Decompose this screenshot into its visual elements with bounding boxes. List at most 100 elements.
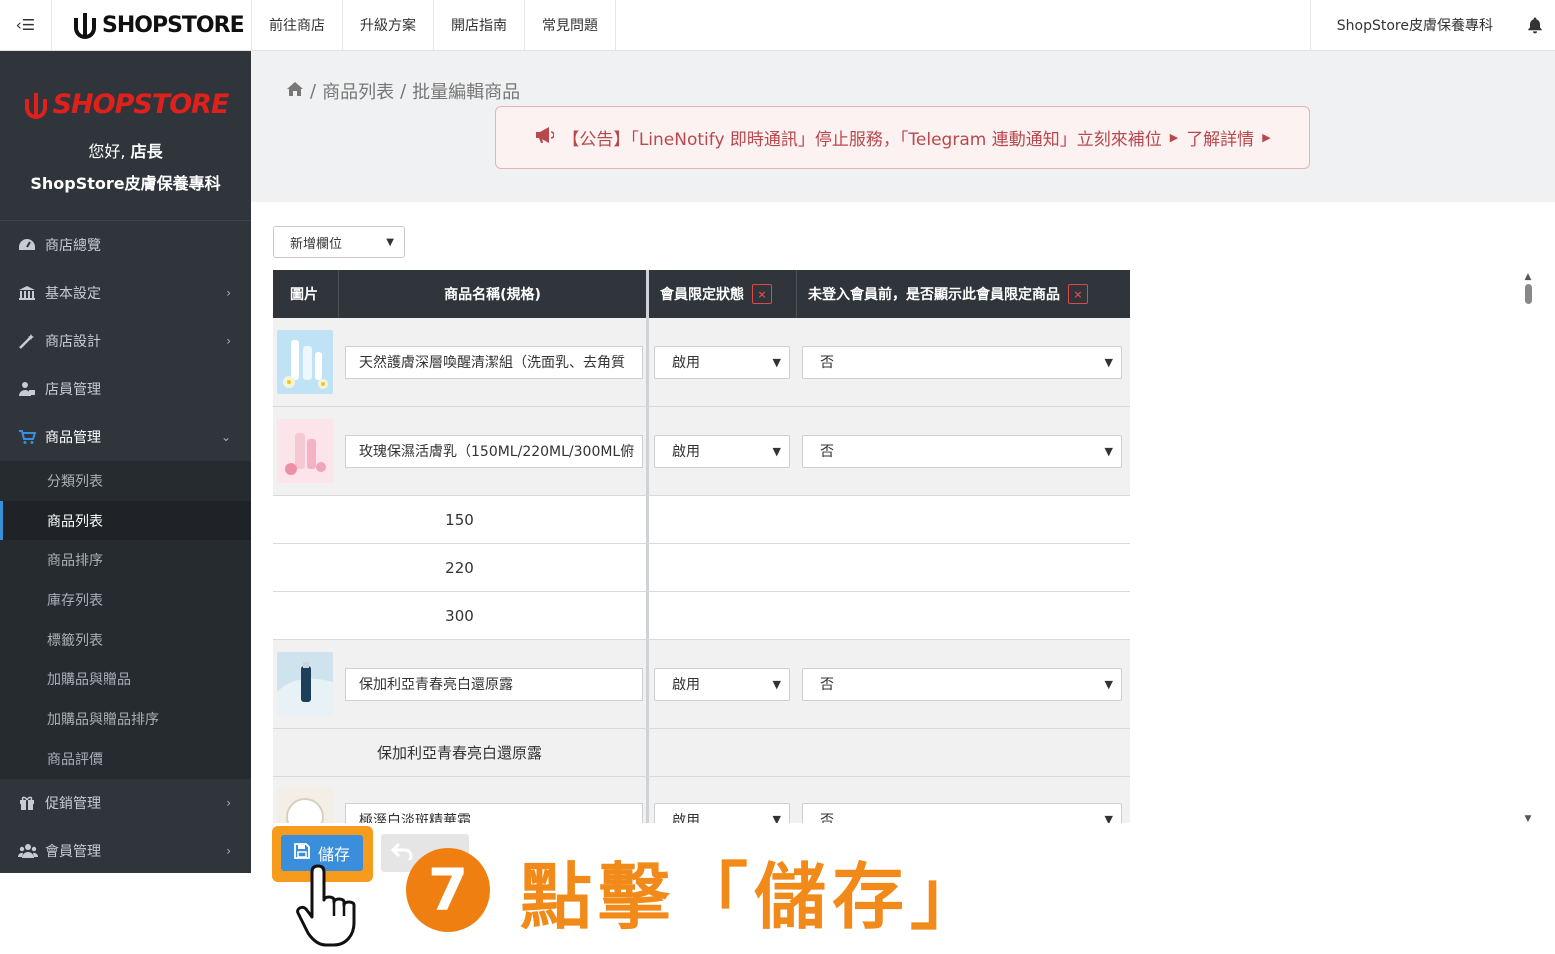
sidebar-item-label: 會員管理 [45,843,101,860]
submenu-item-category-list[interactable]: 分類列表 [0,461,251,501]
submenu-item-product-list[interactable]: 商品列表 [0,500,251,541]
product-image [277,787,333,823]
dashboard-icon [18,237,38,253]
breadcrumb-product-list[interactable]: 商品列表 [322,78,394,104]
sidebar-item-product-management[interactable]: 商品管理 ⌄ [0,413,251,461]
bank-icon [18,285,38,301]
scrollbar-thumb[interactable] [1524,284,1532,304]
announcement-link[interactable]: 了解詳情 [1186,125,1254,150]
table-row-variant: 保加利亞青春亮白還原露 [273,729,1130,777]
content-header: / 商品列表 / 批量編輯商品 【公告】「LineNotify 即時通訊」停止服… [251,51,1555,202]
variant-label: 保加利亞青春亮白還原露 [376,744,542,762]
sidebar-store-name: ShopStore皮膚保養專科 [30,174,221,193]
variant-label: 300 [445,606,474,625]
sidebar-item-promotion-management[interactable]: 促銷管理 › [0,779,251,827]
add-column-select[interactable]: 新增欄位 ▼ [273,226,405,258]
breadcrumb-separator: / [310,80,317,102]
undo-icon [390,841,413,866]
product-name-cell: 玫瑰保濕活膚乳（150ML/220ML/300ML俯 [339,407,649,495]
scroll-down-icon[interactable]: ▼ [1523,814,1533,823]
chevron-down-icon: ▼ [1104,813,1113,823]
chevron-down-icon: ▼ [1104,355,1113,369]
vertical-scrollbar[interactable]: ▲ ▼ [1523,272,1533,823]
member-status-select[interactable]: 啟用 ▼ [654,803,790,823]
table-row-variant: 220 [273,544,1130,592]
show-before-login-select[interactable]: 否 ▼ [802,434,1122,468]
brand[interactable]: SHOPSTORE [52,0,252,50]
top-bar: ‹☰ SHOPSTORE 前往商店 升級方案 開店指南 常見問題 ShopSto… [0,0,1555,51]
chevron-right-icon: › [226,334,231,348]
submenu-item-product-sort[interactable]: 商品排序 [0,540,251,580]
add-column-select-value: 新增欄位 [290,236,343,252]
remove-column-button[interactable]: × [1068,284,1088,304]
chevron-right-icon: › [226,843,231,858]
home-icon[interactable] [286,81,304,102]
submenu-item-addons-gifts[interactable]: 加購品與贈品 [0,659,251,699]
submenu-item-inventory-list[interactable]: 庫存列表 [0,580,251,620]
menu-toggle-button[interactable]: ‹☰ [0,0,52,50]
chevron-right-icon: › [226,795,231,810]
product-name-input[interactable]: 保加利亞青春亮白還原露 [345,667,643,701]
member-status-select[interactable]: 啟用 ▼ [654,345,790,379]
submenu-item-addons-gifts-sort[interactable]: 加購品與贈品排序 [0,699,251,739]
breadcrumb: / 商品列表 / 批量編輯商品 [286,78,520,104]
top-right: ShopStore皮膚保養專科 [1309,0,1555,51]
variant-label: 150 [445,510,474,529]
breadcrumb-bulk-edit: 批量編輯商品 [412,82,521,103]
users-icon [18,843,38,859]
sidebar-item-label: 促銷管理 [45,795,101,812]
sidebar-item-staff-management[interactable]: 店員管理 [0,365,251,413]
table-row-variant: 150 [273,496,1130,544]
product-name-cell: 天然護膚深層喚醒清潔組（洗面乳、去角質 [339,318,649,406]
sidebar-brand-mark-icon [24,92,47,119]
product-image [277,330,333,394]
caret-right-icon: ▶ [1262,131,1271,144]
member-status-value: 啟用 [672,677,700,693]
sidebar-item-basic-settings[interactable]: 基本設定 › [0,269,251,317]
sidebar-item-store-overview[interactable]: 商店總覽 [0,221,251,269]
bell-icon [1528,17,1542,34]
member-status-select[interactable]: 啟用 ▼ [654,434,790,468]
header-show-before-login-label: 未登入會員前，是否顯示此會員限定商品 [808,287,1060,303]
variant-cell: 保加利亞青春亮白還原露 [273,729,649,776]
store-name-menu[interactable]: ShopStore皮膚保養專科 [1309,0,1515,51]
nav-upgrade-plan[interactable]: 升級方案 [343,0,434,50]
product-name-input[interactable]: 玫瑰保濕活膚乳（150ML/220ML/300ML俯 [345,434,643,468]
chevron-down-icon: ▼ [772,813,781,823]
variant-cell: 220 [273,544,649,591]
show-before-login-select[interactable]: 否 ▼ [802,803,1122,823]
nav-faq[interactable]: 常見問題 [525,0,616,50]
submenu-item-tag-list[interactable]: 標籤列表 [0,620,251,660]
sidebar-item-member-management[interactable]: 會員管理 › [0,827,251,875]
sidebar-item-store-design[interactable]: 商店設計 › [0,317,251,365]
product-image-cell [273,640,339,728]
chevron-down-icon: ▼ [772,355,781,369]
nav-go-to-store[interactable]: 前往商店 [252,0,343,50]
show-before-login-select[interactable]: 否 ▼ [802,345,1122,379]
scroll-up-icon[interactable]: ▲ [1523,272,1533,282]
notification-button[interactable] [1515,16,1555,34]
brand-name: SHOPSTORE [102,12,245,38]
product-name-input[interactable]: 天然護膚深層喚醒清潔組（洗面乳、去角質 [345,345,643,379]
member-status-select[interactable]: 啟用 ▼ [654,667,790,701]
member-status-cell: 啟用 ▼ [649,777,797,823]
remove-column-button[interactable]: × [752,284,772,304]
step-instruction-text: 點擊「儲存」 [520,855,989,939]
nav-store-guide[interactable]: 開店指南 [434,0,525,50]
table-row: 保加利亞青春亮白還原露 啟用 ▼ 否 ▼ [273,640,1130,729]
sidebar-item-label: 商店設計 [45,334,101,350]
caret-right-icon: ▶ [1169,131,1179,144]
show-before-login-select[interactable]: 否 ▼ [802,667,1122,701]
member-status-value: 啟用 [672,444,700,460]
show-before-login-cell: 否 ▼ [797,777,1130,823]
variant-cell: 150 [273,496,649,543]
sidebar-header: SHOPSTORE 您好, 店長 ShopStore皮膚保養專科 [0,51,251,221]
header-member-status-label: 會員限定狀態 [660,287,744,303]
announcement-banner[interactable]: 【公告】「LineNotify 即時通訊」停止服務，「Telegram 連動通知… [495,106,1310,169]
member-status-cell: 啟用 ▼ [649,318,797,406]
content-main: 新增欄位 ▼ 圖片 商品名稱(規格) 會員限定狀態 × 未登入會員前，是否顯示此… [251,202,1555,823]
product-name-input[interactable]: 極溼白淡斑精華霜 [345,803,643,823]
submenu-item-product-reviews[interactable]: 商品評價 [0,739,251,779]
menu-toggle-icon: ‹☰ [15,16,36,34]
show-before-login-cell: 否 ▼ [797,640,1130,728]
